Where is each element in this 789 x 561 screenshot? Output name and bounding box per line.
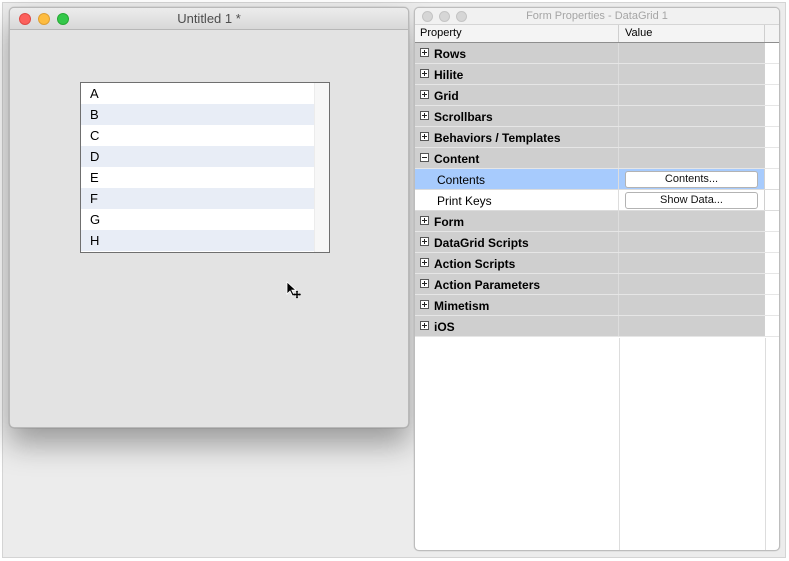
datagrid-row[interactable]: D <box>81 146 314 167</box>
show-data-button[interactable]: Show Data... <box>625 192 758 209</box>
section-label: Hilite <box>434 68 464 82</box>
expand-icon[interactable] <box>420 111 429 120</box>
expand-icon[interactable] <box>420 258 429 267</box>
property-row-contents[interactable]: Contents Contents... <box>415 169 779 190</box>
expand-icon[interactable] <box>420 132 429 141</box>
properties-window: Form Properties - DataGrid 1 Property Va… <box>414 7 780 551</box>
column-header-property[interactable]: Property <box>415 25 619 42</box>
section-label: iOS <box>434 320 455 334</box>
expand-icon[interactable] <box>420 321 429 330</box>
section-label: Grid <box>434 89 459 103</box>
datagrid-row[interactable]: G <box>81 209 314 230</box>
section-label: Form <box>434 215 464 229</box>
datagrid-row[interactable]: C <box>81 125 314 146</box>
section-label: Scrollbars <box>434 110 493 124</box>
section-content[interactable]: Content <box>415 148 779 169</box>
property-row-print-keys[interactable]: Print Keys Show Data... <box>415 190 779 211</box>
datagrid-scrollbar[interactable] <box>314 83 329 252</box>
section-grid[interactable]: Grid <box>415 85 779 106</box>
datagrid[interactable]: A B C D E F G H <box>80 82 330 253</box>
section-mimetism[interactable]: Mimetism <box>415 295 779 316</box>
section-label: DataGrid Scripts <box>434 236 529 250</box>
datagrid-row[interactable]: A <box>81 83 314 104</box>
section-action-parameters[interactable]: Action Parameters <box>415 274 779 295</box>
datagrid-row[interactable]: E <box>81 167 314 188</box>
expand-icon[interactable] <box>420 48 429 57</box>
section-form[interactable]: Form <box>415 211 779 232</box>
property-grid-empty-area <box>415 338 779 550</box>
datagrid-row[interactable]: H <box>81 230 314 251</box>
column-header-value[interactable]: Value <box>619 25 765 42</box>
section-datagrid-scripts[interactable]: DataGrid Scripts <box>415 232 779 253</box>
expand-icon[interactable] <box>420 90 429 99</box>
property-grid: Rows Hilite Grid Scrollbars Behaviors / … <box>415 43 779 337</box>
section-label: Content <box>434 152 480 166</box>
document-window: Untitled 1 * A B C D E F G H <box>9 7 409 428</box>
expand-icon[interactable] <box>420 237 429 246</box>
property-label: Contents <box>437 173 486 187</box>
section-scrollbars[interactable]: Scrollbars <box>415 106 779 127</box>
expand-icon[interactable] <box>420 279 429 288</box>
property-label: Print Keys <box>437 194 492 208</box>
move-cursor-icon <box>286 281 301 299</box>
section-rows[interactable]: Rows <box>415 43 779 64</box>
document-titlebar[interactable]: Untitled 1 * <box>10 8 408 30</box>
datagrid-row[interactable]: B <box>81 104 314 125</box>
document-title: Untitled 1 * <box>177 11 241 26</box>
section-label: Action Parameters <box>434 278 541 292</box>
expand-icon[interactable] <box>420 69 429 78</box>
collapse-icon[interactable] <box>420 153 429 162</box>
section-label: Mimetism <box>434 299 490 313</box>
section-ios[interactable]: iOS <box>415 316 779 337</box>
expand-icon[interactable] <box>420 300 429 309</box>
property-grid-header: Property Value <box>415 25 779 43</box>
section-label: Behaviors / Templates <box>434 131 561 145</box>
section-label: Action Scripts <box>434 257 516 271</box>
contents-button[interactable]: Contents... <box>625 171 758 188</box>
section-action-scripts[interactable]: Action Scripts <box>415 253 779 274</box>
properties-titlebar[interactable]: Form Properties - DataGrid 1 <box>415 8 779 25</box>
section-behaviors-templates[interactable]: Behaviors / Templates <box>415 127 779 148</box>
section-hilite[interactable]: Hilite <box>415 64 779 85</box>
expand-icon[interactable] <box>420 216 429 225</box>
section-label: Rows <box>434 47 467 61</box>
properties-title: Form Properties - DataGrid 1 <box>526 10 668 22</box>
datagrid-row[interactable]: F <box>81 188 314 209</box>
